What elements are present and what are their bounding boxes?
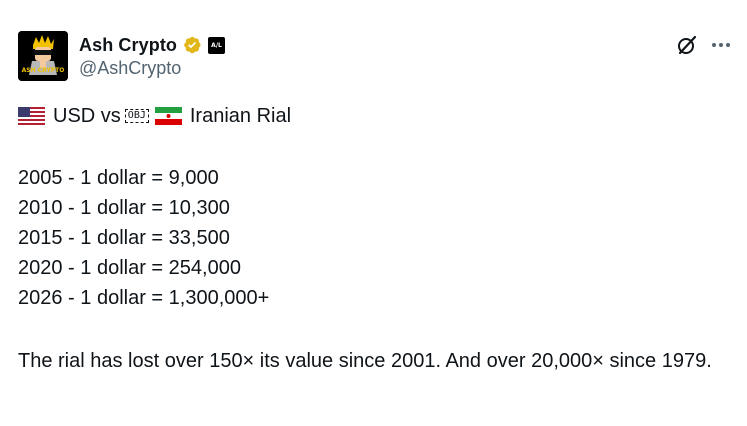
rate-line: 2020 - 1 dollar = 254,000 <box>18 257 241 279</box>
more-icon[interactable] <box>709 33 733 57</box>
rate-line: 2015 - 1 dollar = 33,500 <box>18 227 230 249</box>
avatar-label: ASH CRYPTO <box>21 67 65 74</box>
headline-right: Iranian Rial <box>189 105 292 127</box>
affiliate-badge[interactable]: A/L <box>208 36 226 54</box>
rate-line: 2005 - 1 dollar = 9,000 <box>18 167 219 189</box>
post-paragraph: The rial has lost over 150× its value si… <box>18 350 712 372</box>
post: ASH CRYPTO Ash Crypto A/L @AshCrypto USD… <box>0 0 747 426</box>
headline-left: USD vs <box>53 105 121 127</box>
grok-icon[interactable] <box>676 34 698 56</box>
display-name[interactable]: Ash Crypto <box>79 35 177 56</box>
author-name-row: Ash Crypto A/L <box>79 33 226 57</box>
rate-line: 2010 - 1 dollar = 10,300 <box>18 197 230 219</box>
avatar[interactable]: ASH CRYPTO <box>18 31 68 81</box>
verified-badge-icon[interactable] <box>182 35 202 55</box>
iran-flag-icon <box>154 107 182 125</box>
post-headline: USD vs OBJ Iranian Rial <box>17 104 292 128</box>
object-placeholder: OBJ <box>124 109 149 123</box>
rate-line: 2026 - 1 dollar = 1,300,000+ <box>18 287 270 309</box>
us-flag-icon <box>17 106 46 126</box>
handle[interactable]: @AshCrypto <box>79 58 181 79</box>
